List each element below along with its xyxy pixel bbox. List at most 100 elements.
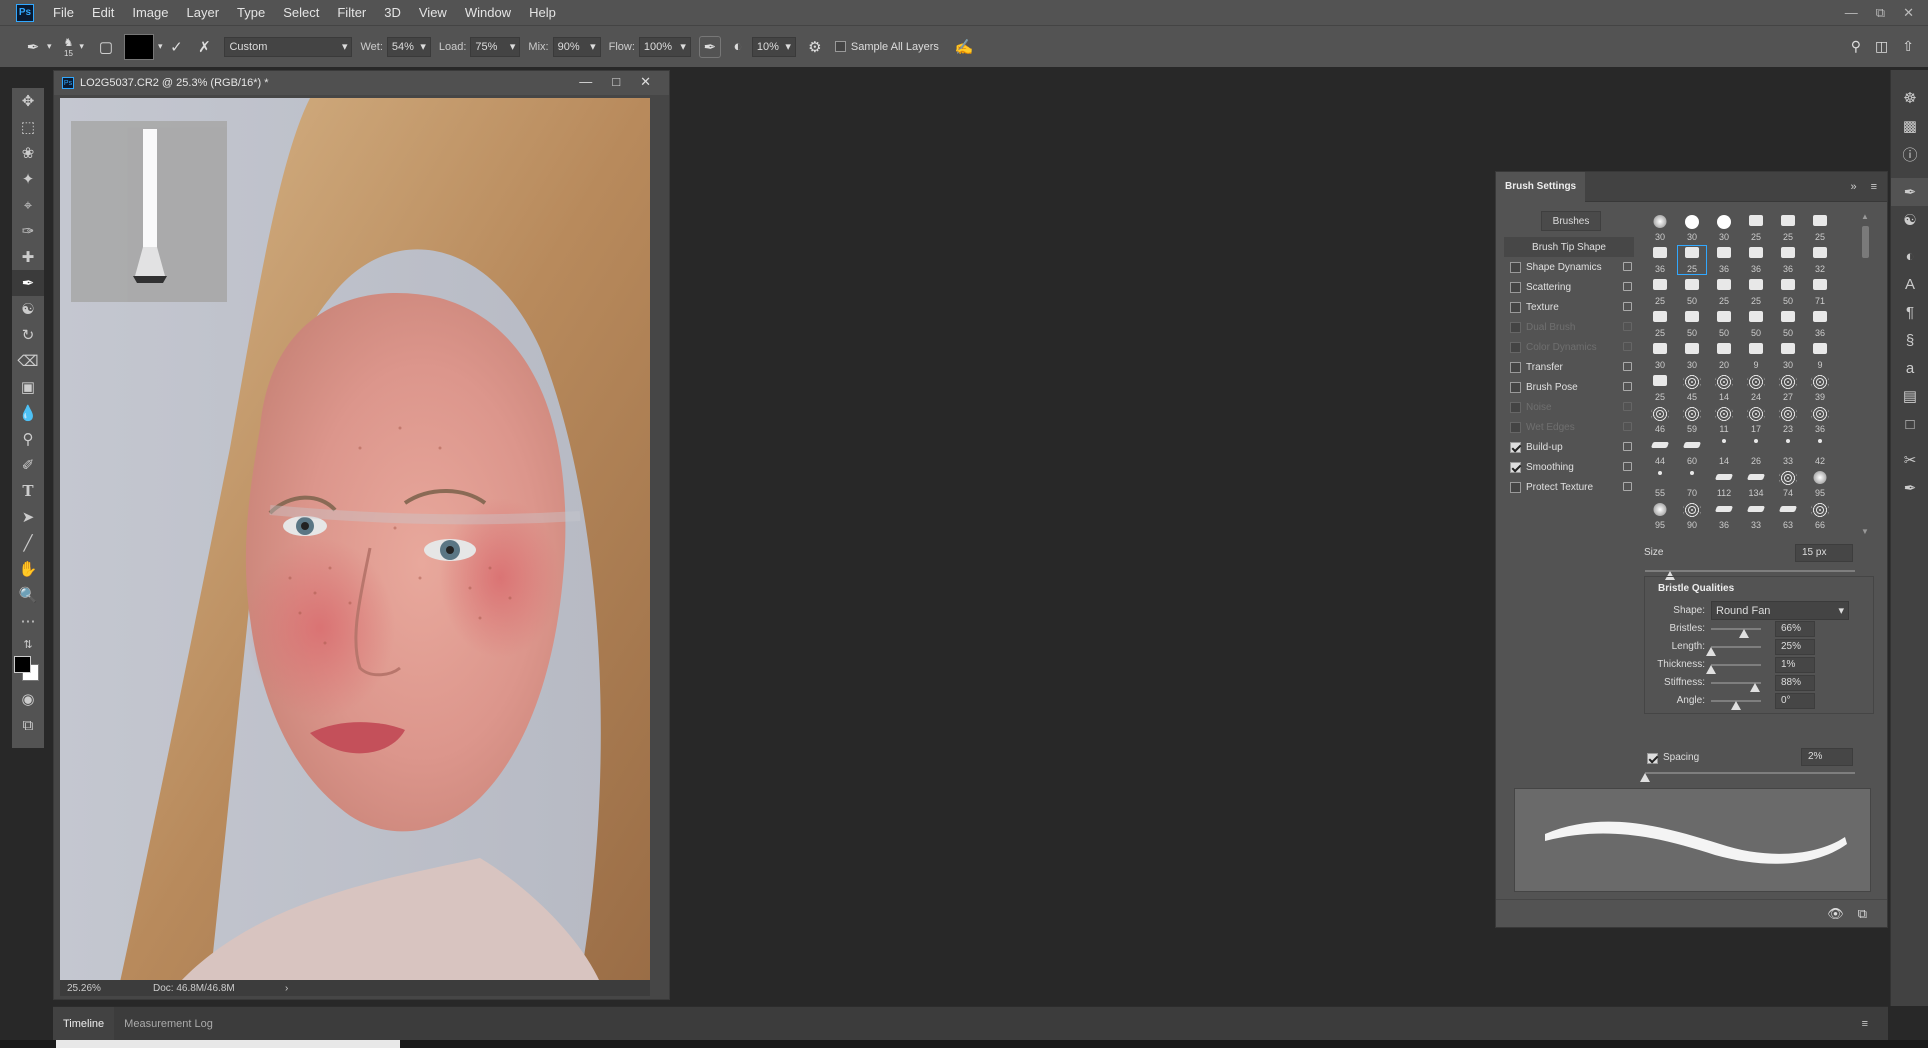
lock-icon[interactable] (1623, 442, 1632, 451)
type-tool-icon[interactable]: T (12, 478, 44, 504)
clone-stamp-tool-icon[interactable]: ☯ (12, 296, 44, 322)
brush-property-shape-dynamics[interactable]: Shape Dynamics (1504, 257, 1634, 277)
navigator-icon[interactable]: ☸ (1891, 84, 1928, 112)
brush-tip[interactable]: 25 (1644, 308, 1676, 340)
slider-value-field[interactable]: 1% (1775, 657, 1815, 673)
menu-type[interactable]: Type (228, 0, 274, 25)
brush-tip[interactable]: 30 (1772, 340, 1804, 372)
slider-knob[interactable] (1706, 665, 1716, 674)
lock-icon[interactable] (1623, 402, 1632, 411)
property-checkbox[interactable] (1510, 301, 1521, 313)
brush-chevron-icon[interactable]: ▾ (79, 41, 84, 52)
brush-tip[interactable]: 24 (1740, 372, 1772, 404)
brush-tip[interactable]: 36 (1644, 244, 1676, 276)
lock-icon[interactable] (1623, 262, 1632, 271)
paragraph-icon[interactable]: ¶ (1891, 298, 1928, 326)
brush-tip[interactable]: 95 (1804, 468, 1836, 500)
brush-tip[interactable]: 70 (1676, 468, 1708, 500)
brush-property-brush-tip-shape[interactable]: Brush Tip Shape (1504, 237, 1634, 257)
menu-view[interactable]: View (410, 0, 456, 25)
zoom-tool-icon[interactable]: 🔍 (12, 582, 44, 608)
brush-tip[interactable]: 95 (1644, 500, 1676, 532)
more-tools-icon[interactable]: ⋯ (12, 608, 44, 634)
brush-tip[interactable]: 33 (1740, 500, 1772, 532)
slider-knob[interactable] (1750, 683, 1760, 692)
brush-tip[interactable]: 33 (1772, 436, 1804, 468)
brush-tip[interactable]: 36 (1804, 308, 1836, 340)
spacing-field[interactable]: 2% (1801, 748, 1853, 766)
healing-brush-tool-icon[interactable]: ✚ (12, 244, 44, 270)
brush-tip[interactable]: 74 (1772, 468, 1804, 500)
property-checkbox[interactable] (1510, 281, 1521, 293)
brush-preset-picker[interactable]: ♞ 15 (64, 36, 74, 58)
brush-settings-icon[interactable]: ✒ (1891, 178, 1928, 206)
brush-tip[interactable]: 25 (1740, 212, 1772, 244)
brush-tip[interactable]: 36 (1804, 404, 1836, 436)
slider-value-field[interactable]: 88% (1775, 675, 1815, 691)
property-checkbox[interactable] (1510, 421, 1521, 433)
magic-wand-tool-icon[interactable]: ✦ (12, 166, 44, 192)
slider-value-field[interactable]: 66% (1775, 621, 1815, 637)
property-checkbox[interactable] (1510, 401, 1521, 413)
mixer-brush-tool-icon[interactable]: ✒ (22, 36, 44, 58)
notes-icon[interactable]: □ (1891, 410, 1928, 438)
screen-mode-icon[interactable]: ⧉ (12, 712, 44, 738)
lock-icon[interactable] (1623, 482, 1632, 491)
brush-tip[interactable]: 11 (1708, 404, 1740, 436)
spacing-slider-track[interactable] (1645, 772, 1855, 774)
brush-tip[interactable]: 25 (1644, 372, 1676, 404)
smoothing-field[interactable]: 10% ▾ (751, 36, 796, 57)
wet-field[interactable]: 54% ▾ (386, 36, 431, 57)
brush-tip[interactable]: 9 (1740, 340, 1772, 372)
doc-close-icon[interactable]: ✕ (640, 74, 651, 90)
brush-property-color-dynamics[interactable]: Color Dynamics (1504, 337, 1634, 357)
brush-tip[interactable]: 36 (1740, 244, 1772, 276)
brush-tip[interactable]: 39 (1804, 372, 1836, 404)
collapse-panel-icon[interactable]: » (1850, 181, 1856, 193)
brush-property-dual-brush[interactable]: Dual Brush (1504, 317, 1634, 337)
pressure-size-icon[interactable]: ✍ (953, 36, 975, 58)
restore-icon[interactable]: ⧉ (1876, 5, 1885, 21)
foreground-color-swatch[interactable] (14, 656, 31, 673)
property-checkbox[interactable] (1510, 481, 1521, 493)
lock-icon[interactable] (1623, 282, 1632, 291)
menu-edit[interactable]: Edit (83, 0, 123, 25)
brush-tip[interactable]: 14 (1708, 372, 1740, 404)
doc-minimize-icon[interactable]: — (579, 74, 592, 90)
slider-knob[interactable] (1706, 647, 1716, 656)
sample-all-layers-checkbox[interactable] (834, 41, 846, 52)
brush-tip[interactable]: 42 (1804, 436, 1836, 468)
load-field[interactable]: 75% ▾ (470, 36, 521, 57)
brush-tip[interactable]: 36 (1708, 500, 1740, 532)
brush-property-build-up[interactable]: Build-up (1504, 437, 1634, 457)
brush-tip[interactable]: 50 (1740, 308, 1772, 340)
mix-field[interactable]: 90% ▾ (552, 36, 601, 57)
toggle-live-tip-preview-icon[interactable]: 👁 (1827, 906, 1844, 922)
brush-tip[interactable]: 30 (1676, 340, 1708, 372)
brush-tip[interactable]: 17 (1740, 404, 1772, 436)
bottom-panel-menu-icon[interactable]: ≡ (1862, 1018, 1868, 1030)
brush-tip[interactable]: 50 (1772, 276, 1804, 308)
hand-tool-icon[interactable]: ✋ (12, 556, 44, 582)
brush-tip[interactable]: 36 (1708, 244, 1740, 276)
paragraph-styles-icon[interactable]: § (1891, 326, 1928, 354)
brush-tip[interactable]: 23 (1772, 404, 1804, 436)
brush-tip[interactable]: 20 (1708, 340, 1740, 372)
gear-icon[interactable]: ⚙ (804, 36, 826, 58)
workspace-icon[interactable]: ◫ (1875, 38, 1888, 55)
spacing-checkbox[interactable] (1647, 753, 1658, 764)
layers-icon[interactable]: ▤ (1891, 382, 1928, 410)
lock-icon[interactable] (1623, 382, 1632, 391)
property-checkbox[interactable] (1510, 361, 1521, 373)
brush-tip[interactable]: 25 (1644, 276, 1676, 308)
lock-icon[interactable] (1623, 322, 1632, 331)
dodge-tool-icon[interactable]: ⚲ (12, 426, 44, 452)
scroll-up-icon[interactable]: ▲ (1861, 212, 1869, 221)
menu-window[interactable]: Window (456, 0, 520, 25)
create-new-brush-icon[interactable]: ⧉ (1858, 906, 1867, 922)
menu-3d[interactable]: 3D (375, 0, 410, 25)
menu-file[interactable]: File (44, 0, 83, 25)
brush-property-scattering[interactable]: Scattering (1504, 277, 1634, 297)
menu-image[interactable]: Image (123, 0, 177, 25)
tools-presets-icon[interactable]: ✂ (1891, 446, 1928, 474)
